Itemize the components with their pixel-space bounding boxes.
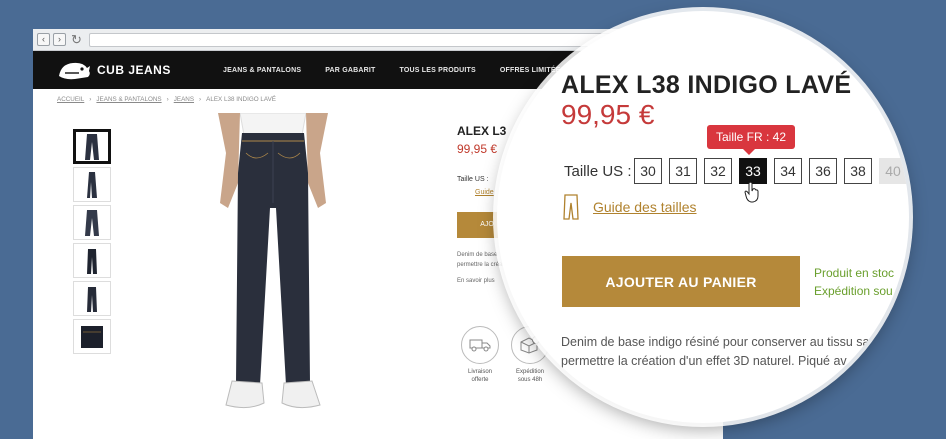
thumbnail-detail[interactable] xyxy=(73,319,111,354)
feature-free-delivery: Livraison offerte xyxy=(460,326,500,384)
size-option-32[interactable]: 32 xyxy=(704,158,732,184)
product-thumbnails xyxy=(73,129,111,354)
add-to-cart-button-zoomed[interactable]: AJOUTER AU PANIER xyxy=(562,256,800,307)
size-option-34[interactable]: 34 xyxy=(774,158,802,184)
trousers-icon xyxy=(563,194,579,220)
thumbnail-flat-front[interactable] xyxy=(73,243,111,278)
brand-logo[interactable]: CUB JEANS xyxy=(55,58,223,82)
stock-line: Produit en stoc xyxy=(814,266,895,280)
breadcrumb-current: ALEX L38 INDIGO LAVÉ xyxy=(206,96,277,103)
breadcrumb-separator-icon: › xyxy=(89,96,92,103)
truck-icon xyxy=(461,326,499,364)
bear-cub-icon xyxy=(59,62,90,80)
product-price-zoomed: 99,95 € xyxy=(561,99,655,130)
breadcrumb-jeans[interactable]: JEANS xyxy=(174,96,194,103)
zoomed-product-info: ALEX L38 INDIGO LAVÉ 99,95 € Taille FR :… xyxy=(497,11,909,423)
nav-item-tous-les-produits[interactable]: TOUS LES PRODUITS xyxy=(400,67,476,74)
feature-label: offerte xyxy=(471,377,489,383)
thumbnail-front[interactable] xyxy=(73,129,111,164)
size-tooltip: Taille FR : 42 xyxy=(707,125,796,155)
hand-cursor-icon xyxy=(744,181,759,203)
feature-label: Livraison xyxy=(467,369,492,375)
nav-item-jeans-pantalons[interactable]: JEANS & PANTALONS xyxy=(223,67,301,74)
thumbnail-back[interactable] xyxy=(73,205,111,240)
breadcrumb: ACCUEIL › JEANS & PANTALONS › JEANS › AL… xyxy=(57,96,276,103)
back-icon[interactable]: ‹ xyxy=(37,33,50,46)
product-description-zoomed: Denim de base indigo résiné pour conserv… xyxy=(561,333,870,371)
description-line: Denim de base indigo résiné pour conserv… xyxy=(561,335,870,349)
refresh-icon[interactable]: ↻ xyxy=(71,32,82,48)
product-main-image xyxy=(218,113,328,409)
size-option-31[interactable]: 31 xyxy=(669,158,697,184)
size-option-30[interactable]: 30 xyxy=(634,158,662,184)
forward-icon[interactable]: › xyxy=(53,33,66,46)
breadcrumb-jeans-pantalons[interactable]: JEANS & PANTALONS xyxy=(96,96,161,103)
brand-name: CUB JEANS xyxy=(97,63,171,77)
breadcrumb-separator-icon: › xyxy=(166,96,169,103)
breadcrumb-home[interactable]: ACCUEIL xyxy=(57,96,84,103)
size-option-40-unavailable: 40 xyxy=(879,158,907,184)
size-selector: 30 31 32 33 34 36 38 40 xyxy=(634,158,907,184)
size-option-38[interactable]: 38 xyxy=(844,158,872,184)
product-title-zoomed: ALEX L38 INDIGO LAVÉ xyxy=(561,71,852,99)
shipping-line: Expédition sou xyxy=(814,284,893,298)
size-option-36[interactable]: 36 xyxy=(809,158,837,184)
stock-status: Produit en stoc Expédition sou xyxy=(814,264,894,300)
breadcrumb-separator-icon: › xyxy=(199,96,202,103)
size-guide-link-zoomed[interactable]: Guide des tailles xyxy=(593,199,697,215)
size-label-zoomed: Taille US : xyxy=(564,163,632,180)
zoom-magnifier: ALEX L38 INDIGO LAVÉ 99,95 € Taille FR :… xyxy=(497,11,909,423)
thumbnail-flat-back[interactable] xyxy=(73,281,111,316)
thumbnail-side[interactable] xyxy=(73,167,111,202)
nav-item-par-gabarit[interactable]: PAR GABARIT xyxy=(325,67,375,74)
description-line: permettre la création d'un effet 3D natu… xyxy=(561,354,847,368)
read-more-link-zoomed[interactable]: plus xyxy=(561,388,584,402)
